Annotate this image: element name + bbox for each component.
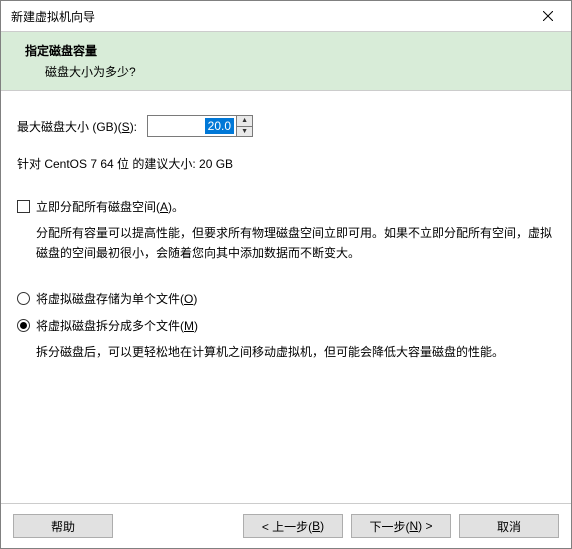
- cancel-button[interactable]: 取消: [459, 514, 559, 538]
- allocate-now-label: 立即分配所有磁盘空间(A)。: [36, 198, 184, 215]
- checkbox-icon: [17, 200, 30, 213]
- radio-split-files[interactable]: 将虚拟磁盘拆分成多个文件(M): [17, 317, 555, 334]
- allocate-description: 分配所有容量可以提高性能，但要求所有物理磁盘空间立即可用。如果不立即分配所有空间…: [17, 223, 555, 264]
- allocate-now-checkbox[interactable]: 立即分配所有磁盘空间(A)。: [17, 198, 555, 215]
- wizard-header: 指定磁盘容量 磁盘大小为多少?: [1, 31, 571, 91]
- close-button[interactable]: [527, 2, 569, 30]
- wizard-header-subtitle: 磁盘大小为多少?: [25, 59, 555, 80]
- close-icon: [543, 11, 553, 21]
- window-title: 新建虚拟机向导: [11, 8, 95, 25]
- help-button[interactable]: 帮助: [13, 514, 113, 538]
- recommend-text: 针对 CentOS 7 64 位 的建议大小: 20 GB: [17, 155, 555, 172]
- radio-single-file-label: 将虚拟磁盘存储为单个文件(O): [36, 290, 197, 307]
- content-area: 最大磁盘大小 (GB)(S): 20.0 ▲ ▼ 针对 CentOS 7 64 …: [1, 91, 571, 503]
- spinner-buttons: ▲ ▼: [236, 116, 252, 136]
- radio-icon: [17, 319, 30, 332]
- button-bar: 帮助 < 上一步(B) 下一步(N) > 取消: [1, 503, 571, 548]
- disk-size-input[interactable]: 20.0: [148, 116, 236, 136]
- disk-size-spinner[interactable]: 20.0 ▲ ▼: [147, 115, 253, 137]
- spinner-up[interactable]: ▲: [237, 116, 252, 127]
- next-button[interactable]: 下一步(N) >: [351, 514, 451, 538]
- disk-size-row: 最大磁盘大小 (GB)(S): 20.0 ▲ ▼: [17, 115, 555, 137]
- titlebar: 新建虚拟机向导: [1, 1, 571, 31]
- radio-single-file[interactable]: 将虚拟磁盘存储为单个文件(O): [17, 290, 555, 307]
- radio-split-files-label: 将虚拟磁盘拆分成多个文件(M): [36, 317, 198, 334]
- wizard-window: 新建虚拟机向导 指定磁盘容量 磁盘大小为多少? 最大磁盘大小 (GB)(S): …: [0, 0, 572, 549]
- spinner-down[interactable]: ▼: [237, 127, 252, 137]
- split-description: 拆分磁盘后，可以更轻松地在计算机之间移动虚拟机，但可能会降低大容量磁盘的性能。: [17, 342, 555, 362]
- back-button[interactable]: < 上一步(B): [243, 514, 343, 538]
- wizard-header-title: 指定磁盘容量: [25, 42, 555, 59]
- radio-icon: [17, 292, 30, 305]
- disk-size-label: 最大磁盘大小 (GB)(S):: [17, 118, 137, 135]
